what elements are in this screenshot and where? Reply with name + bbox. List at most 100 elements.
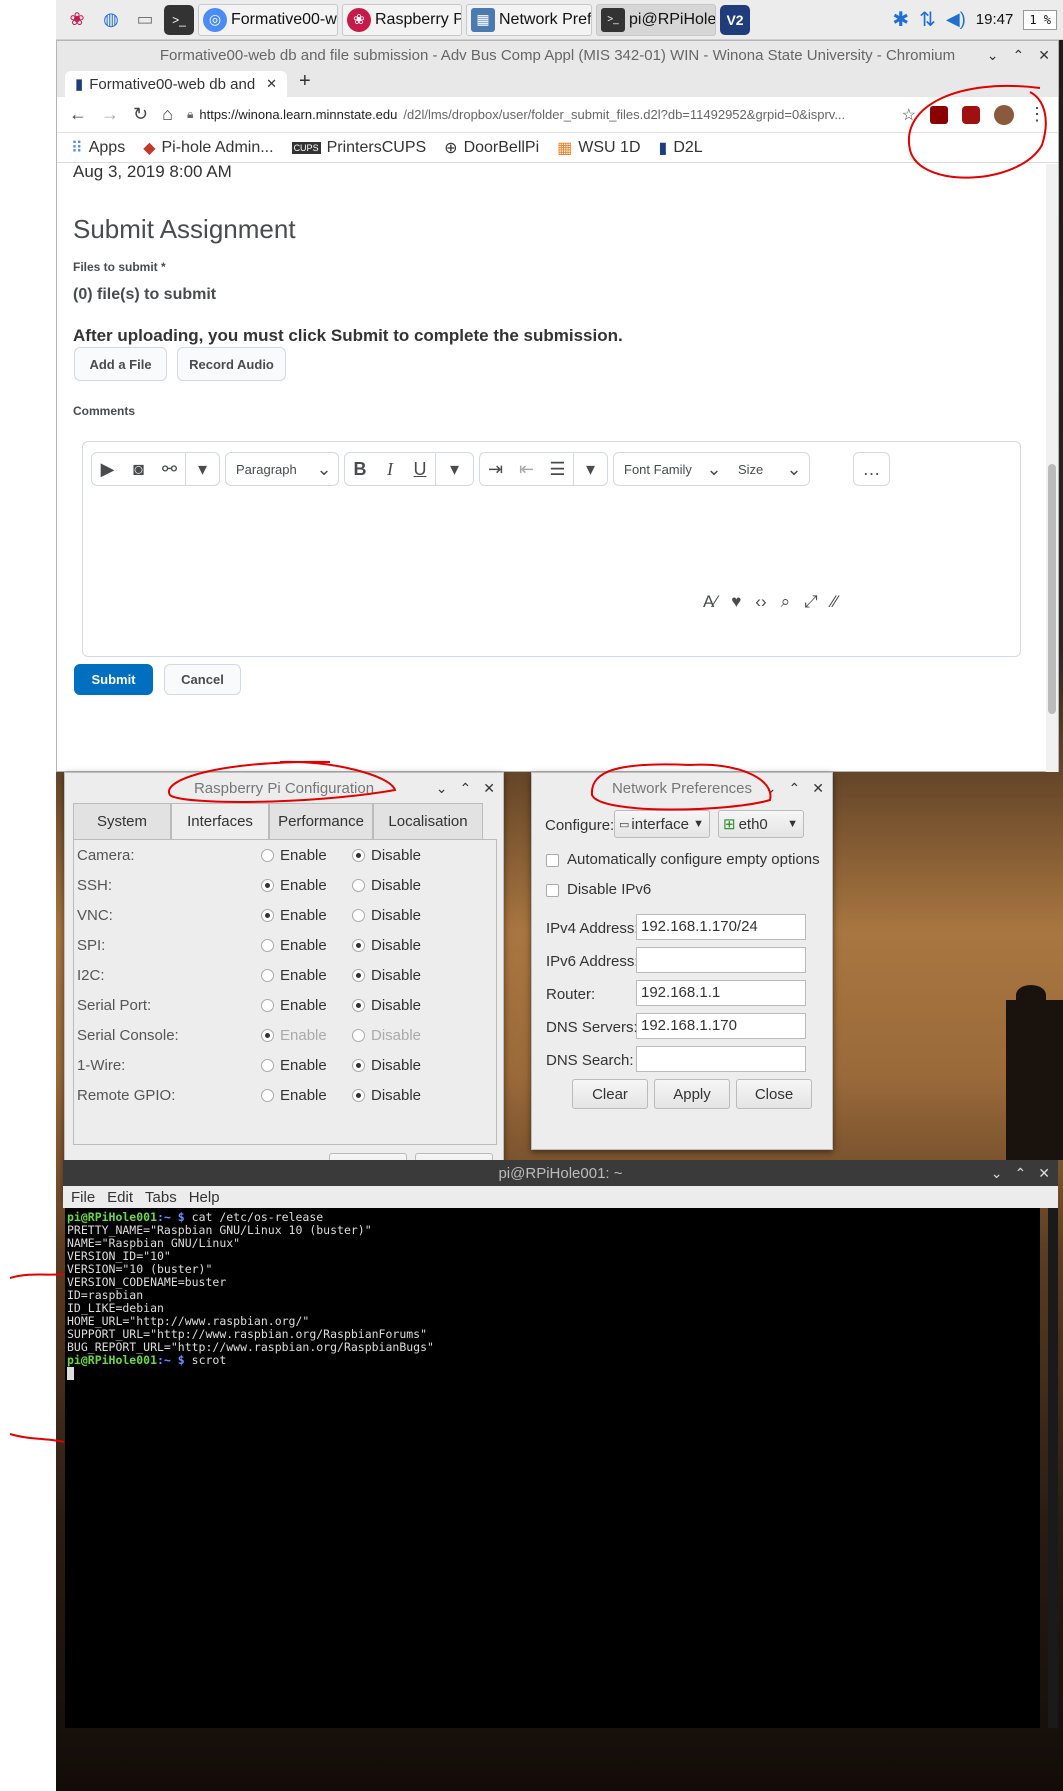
tab-system[interactable]: System [73, 803, 171, 839]
address-bar[interactable]: 🔒︎ https://winona.learn.minnstate.edu/d2… [187, 107, 888, 122]
close-icon[interactable]: ✕ [483, 780, 495, 797]
browser-tab[interactable]: ▮ Formative00-web db and ✕ [65, 71, 287, 97]
back-icon[interactable]: ← [69, 104, 87, 125]
new-tab-icon[interactable]: + [287, 70, 323, 97]
tab-performance[interactable]: Performance [269, 803, 373, 839]
raspberry-menu-icon[interactable]: ❀ [62, 5, 92, 35]
disable-radio[interactable]: Disable [352, 877, 421, 894]
apply-button[interactable]: Apply [654, 1079, 730, 1109]
close-icon[interactable]: ✕ [812, 780, 824, 797]
spellcheck-icon[interactable]: A⁄ [703, 592, 717, 612]
minimize-icon[interactable]: ⌄ [765, 780, 777, 797]
home-icon[interactable]: ⌂ [162, 104, 173, 125]
ipv6-field[interactable] [636, 947, 806, 973]
font-family-select[interactable]: Font Family [614, 462, 700, 477]
enable-radio[interactable]: Enable [261, 877, 327, 894]
profile-avatar[interactable] [994, 104, 1014, 125]
enable-radio[interactable]: Enable [261, 1027, 327, 1044]
underline-icon[interactable]: U [405, 459, 435, 480]
record-audio-button[interactable]: Record Audio [177, 347, 286, 381]
fullscreen-icon[interactable]: ⤢ [804, 592, 818, 612]
maximize-icon[interactable]: ⌃ [1013, 47, 1025, 64]
scrollbar-thumb[interactable] [1048, 464, 1056, 714]
dns-search-field[interactable] [636, 1046, 806, 1072]
disable-radio[interactable]: Disable [352, 1087, 421, 1104]
disable-radio[interactable]: Disable [352, 997, 421, 1014]
minimize-icon[interactable]: ⌄ [987, 47, 999, 64]
italic-icon[interactable]: I [375, 459, 405, 480]
file-manager-icon[interactable]: ▭ [130, 5, 160, 35]
tab-interfaces[interactable]: Interfaces [171, 803, 269, 839]
outdent-icon[interactable]: ⇤ [511, 459, 542, 480]
insert-image-icon[interactable]: ◙ [123, 459, 154, 480]
task-network-prefs[interactable]: ▦ Network Prefer... [466, 3, 592, 36]
bluetooth-icon[interactable]: ✱ [892, 7, 909, 32]
forward-icon[interactable]: → [101, 104, 119, 125]
resize-handle-icon[interactable]: ⁄⁄ [832, 592, 838, 612]
menu-help[interactable]: Help [189, 1189, 220, 1206]
close-button[interactable]: Close [736, 1079, 812, 1109]
close-icon[interactable]: ✕ [1038, 47, 1050, 64]
menu-kebab-icon[interactable]: ⋮ [1028, 104, 1046, 125]
menu-file[interactable]: File [71, 1189, 95, 1206]
indent-icon[interactable]: ⇥ [480, 459, 511, 480]
bookmark-star-icon[interactable]: ☆ [902, 105, 916, 125]
disable-radio[interactable]: Disable [352, 967, 421, 984]
dns-field[interactable]: 192.168.1.170 [636, 1013, 806, 1039]
menu-tabs[interactable]: Tabs [145, 1189, 177, 1206]
bullet-list-icon[interactable]: ☰ [542, 459, 573, 480]
close-icon[interactable]: ✕ [1038, 1165, 1050, 1182]
terminal-scrollbar[interactable] [1048, 1208, 1058, 1728]
bookmark-wsu[interactable]: ▦ WSU 1D [557, 138, 640, 158]
bookmark-apps[interactable]: ⠿ Apps [71, 138, 125, 158]
enable-radio[interactable]: Enable [261, 997, 327, 1014]
enable-radio[interactable]: Enable [261, 1057, 327, 1074]
chevron-down-icon[interactable]: ▾ [185, 453, 219, 485]
auto-configure-checkbox[interactable]: Automatically configure empty options [546, 851, 820, 868]
submit-button[interactable]: Submit [74, 664, 153, 695]
terminal-output[interactable]: pi@RPiHole001:~ $ cat /etc/os-release PRE… [65, 1208, 1040, 1728]
bookmark-cups[interactable]: CUPS PrintersCUPS [291, 139, 426, 157]
bookmark-pihole[interactable]: ◆ Pi-hole Admin... [143, 138, 273, 158]
maximize-icon[interactable]: ⌃ [1015, 1165, 1027, 1182]
window-titlebar[interactable]: Formative00-web db and file submission -… [57, 41, 1058, 69]
disable-radio[interactable]: Disable [352, 937, 421, 954]
more-actions-icon[interactable]: … [853, 452, 890, 486]
minimize-icon[interactable]: ⌄ [436, 780, 448, 797]
configure-type-select[interactable]: ▭ interface ▼ [614, 810, 710, 838]
task-rpi-config[interactable]: ❀ Raspberry Pi C... [342, 3, 462, 36]
chevron-down-icon[interactable]: ▾ [573, 453, 607, 485]
network-updown-icon[interactable]: ⇅ [919, 7, 936, 32]
chevron-down-icon[interactable]: ⌄ [780, 459, 808, 480]
task-terminal[interactable]: >_ pi@RPiHole00... [596, 3, 716, 36]
bookmark-doorbellpi[interactable]: ⊕ DoorBellPi [444, 138, 539, 158]
disable-radio[interactable]: Disable [352, 847, 421, 864]
terminal-launcher-icon[interactable]: >_ [164, 4, 194, 35]
tab-localisation[interactable]: Localisation [373, 803, 483, 839]
enable-radio[interactable]: Enable [261, 847, 327, 864]
ublock-icon[interactable] [962, 105, 980, 124]
tab-close-icon[interactable]: ✕ [266, 76, 277, 92]
interface-select[interactable]: ⊞ eth0 ▼ [718, 810, 804, 838]
accessibility-check-icon[interactable]: ♥ [731, 592, 741, 612]
clear-button[interactable]: Clear [572, 1079, 648, 1109]
disable-radio[interactable]: Disable [352, 907, 421, 924]
enable-radio[interactable]: Enable [261, 937, 327, 954]
menu-edit[interactable]: Edit [107, 1189, 133, 1206]
disable-radio[interactable]: Disable [352, 1057, 421, 1074]
router-field[interactable]: 192.168.1.1 [636, 980, 806, 1006]
dialog-titlebar[interactable]: Network Preferences ⌄ ⌃ ✕ [532, 773, 832, 803]
chevron-down-icon[interactable]: ⌄ [700, 459, 728, 480]
insert-link-icon[interactable]: ⚯ [154, 459, 185, 480]
disable-radio[interactable]: Disable [352, 1027, 421, 1044]
vnc-icon[interactable]: V2 [720, 4, 750, 35]
paragraph-select[interactable]: Paragraph ⌄ [225, 452, 339, 486]
add-file-button[interactable]: Add a File [74, 347, 167, 381]
enable-radio[interactable]: Enable [261, 907, 327, 924]
volume-icon[interactable]: ◀) [946, 9, 966, 30]
extension-icon[interactable] [930, 105, 948, 124]
browser-launcher-icon[interactable]: ◍ [96, 5, 126, 35]
terminal-titlebar[interactable]: pi@RPiHole001: ~ ⌄ ⌃ ✕ [63, 1160, 1058, 1186]
maximize-icon[interactable]: ⌃ [789, 780, 801, 797]
insert-video-icon[interactable]: ▶ [92, 459, 123, 480]
